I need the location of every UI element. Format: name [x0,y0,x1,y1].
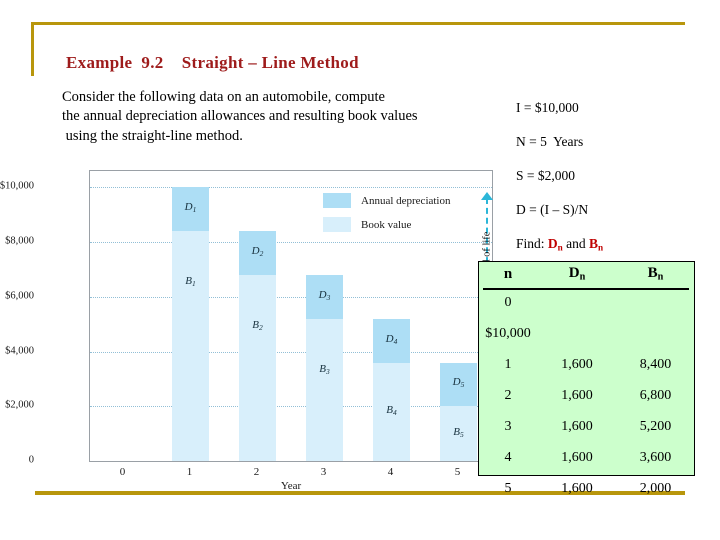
problem-line-1: Consider the following data on an automo… [62,89,385,105]
legend-swatch-depreciation [323,193,351,208]
bar-segment-book-value [306,318,343,461]
gridline [90,351,492,353]
bar-label-depreciation: D3 [318,288,331,302]
parameter-list: I = $10,000 N = 5 Years S = $2,000 D = (… [516,100,716,252]
gridline [90,187,492,189]
chart-legend: Annual depreciation Book value [323,193,451,241]
bar-label-book-value: B4 [386,403,397,417]
slide: Example 9.2 Straight – Line Method Consi… [0,0,720,540]
table-cell-d: 1,600 [561,480,593,496]
table-row: 4 1,600 3,600 [478,442,695,473]
y-axis-tick-label: $4,000 [5,345,34,357]
problem-line-2: the annual depreciation allowances and r… [62,108,418,125]
table-cell-b: 2,000 [639,480,672,496]
table-row: 2 1,600 6,800 [478,380,695,411]
bar-label-book-value: B1 [185,275,196,289]
y-axis-tick-label: 0 [28,454,34,466]
table-cell-b: 6,800 [639,387,672,403]
x-axis-tick-label: 0 [119,466,126,478]
legend-item-depreciation: Annual depreciation [323,193,451,208]
legend-label-book-value: Book value [361,218,412,231]
table-cell-n: $10,000 [485,325,531,341]
table-row: 3 1,600 5,200 [478,411,695,442]
problem-line-3: using the straight-line method. [62,127,243,144]
bar-label-book-value: B3 [319,362,330,376]
x-axis-tick-label: 2 [253,466,260,478]
table-header-cell: Dn [568,265,586,283]
y-axis-tick-label: $10,000 [0,180,34,192]
problem-statement: Consider the following data on an automo… [62,88,512,146]
table-cell-d: 1,600 [561,418,593,434]
y-axis-tick-label: $2,000 [5,399,34,411]
x-axis-label: Year [280,480,302,492]
legend-label-depreciation: Annual depreciation [361,194,451,207]
legend-item-book-value: Book value [323,217,451,232]
find-dn: Dn [547,236,563,253]
find-bn: Bn [589,236,604,253]
bar-label-book-value: B2 [252,318,263,332]
table-row: 5 1,600 2,000 [478,473,695,504]
y-axis-tick-label: $8,000 [5,235,34,247]
table-cell-d [538,287,616,318]
x-axis-tick-label: 5 [454,466,461,478]
table-cell-b: 8,400 [639,356,672,372]
table-cell-b: 3,600 [639,449,672,465]
table-cell-b: 5,200 [639,418,672,434]
find-prefix: Find: [516,236,548,251]
bar-group: D1 B1 [172,171,209,461]
bar-segment-book-value [239,274,276,461]
bar-label-depreciation: D4 [385,332,398,346]
table-cell-n: 3 [504,418,512,434]
find-conjunction: and [562,236,589,251]
table-cell-d [538,318,616,349]
gold-top-rule [31,22,685,25]
bar-label-depreciation: D2 [251,245,264,258]
table-cell-b [616,287,695,318]
table-row: 0 [478,287,695,318]
gridline [90,242,492,244]
bar-label-depreciation: D5 [452,376,465,390]
results-table: n Dn Bn 0 $10,000 1 1,600 8,400 2 1,600 6,800 3 1,60… [478,261,695,504]
table-cell-d: 1,600 [561,449,593,465]
gridline [90,406,492,408]
param-salvage: S = $2,000 [516,168,575,183]
table-cell-d: 1,600 [561,387,593,403]
table-cell-n: 4 [504,449,512,465]
depreciation-chart: D1 B1 D2 B2 D3 B3 D4 B4 D5 B5 $10,000 $8,000 $6,000… [0,168,496,492]
x-axis-tick-label: 1 [186,466,193,478]
x-axis-tick-label: 4 [387,466,394,478]
bar-group: D2 B2 [239,171,276,461]
table-header-cell: n [503,265,513,282]
table-cell-d: 1,600 [561,356,593,372]
table-cell-n: 1 [504,356,512,372]
param-investment: I = $10,000 [516,100,579,115]
table-header-row: n Dn Bn [478,261,695,287]
param-formula: D = (I – S)/N [516,202,589,217]
gold-left-rule [31,22,34,76]
gridline [90,296,492,298]
table-cell-b [616,318,695,349]
slide-title: Example 9.2 Straight – Line Method [66,53,359,72]
bar-segment-book-value [172,231,209,461]
table-row: $10,000 [478,318,695,349]
annotation-arrow-up-icon [481,192,493,200]
bar-label-book-value: B5 [453,425,464,439]
table-cell-n: 5 [504,480,512,496]
param-life: N = 5 Years [516,134,584,149]
table-cell-n: 0 [504,294,512,310]
x-axis-tick-label: 3 [320,466,327,478]
y-axis-tick-label: $6,000 [5,290,34,302]
legend-swatch-book-value [323,217,351,232]
bar-label-depreciation: D1 [184,201,197,215]
table-header-cell: Bn [647,265,664,283]
table-cell-n: 2 [504,387,512,403]
table-row: 1 1,600 8,400 [478,349,695,380]
param-find: Find: Dn and Bn [516,236,716,252]
